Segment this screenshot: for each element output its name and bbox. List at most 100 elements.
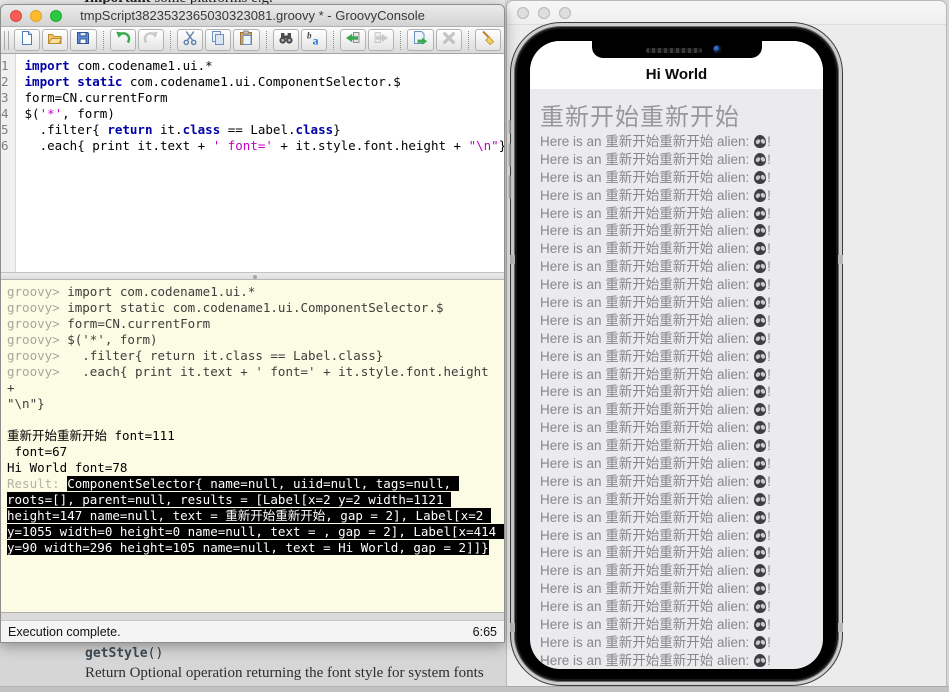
copy-button[interactable] (205, 29, 231, 51)
history-next-button (368, 29, 394, 51)
output-stdout-line: Hi World font=78 (7, 460, 499, 476)
list-item: Here is an 重新开始重新开始 alien: ! (540, 634, 823, 652)
close-button[interactable] (517, 7, 529, 19)
code-area[interactable]: import com.codename1.ui.*import static c… (16, 54, 504, 272)
alien-emoji-icon (754, 278, 766, 291)
redo-icon (143, 30, 159, 51)
find-button[interactable] (273, 29, 299, 51)
code-line: form=CN.currentForm (25, 90, 504, 106)
simulator-titlebar[interactable] (507, 1, 946, 25)
toolbar-separator (333, 31, 334, 50)
list-item: Here is an 重新开始重新开始 alien: ! (540, 455, 823, 473)
alien-emoji-icon (754, 135, 766, 148)
toolbar-drag-handle[interactable] (4, 31, 9, 50)
output-echo-line: groovy> .filter{ return it.class == Labe… (7, 348, 499, 364)
output-echo-line: groovy> form=CN.currentForm (7, 316, 499, 332)
console-titlebar[interactable]: tmpScript3823532365030323081.groovy * - … (1, 5, 504, 27)
background-javadoc: getStyle() Return Optional operation ret… (85, 646, 505, 682)
toolbar-separator (170, 31, 171, 50)
antenna-band (838, 255, 843, 264)
list-item: Here is an 重新开始重新开始 alien: ! (540, 401, 823, 419)
simulator-window-controls (517, 7, 571, 19)
list-item: Here is an 重新开始重新开始 alien: ! (540, 151, 823, 169)
simulator-window: Hi World 重新开始重新开始 Here is an 重新开始重新开始 al… (506, 0, 947, 687)
output-pane[interactable]: groovy> import com.codename1.ui.*groovy>… (1, 280, 504, 612)
interrupt-script-button (436, 29, 462, 51)
minimize-button[interactable] (538, 7, 550, 19)
alien-emoji-icon (754, 582, 766, 595)
zoom-button[interactable] (50, 10, 62, 22)
alien-emoji-icon (754, 654, 766, 667)
phone-screen: Hi World 重新开始重新开始 Here is an 重新开始重新开始 al… (530, 41, 823, 669)
list-item: Here is an 重新开始重新开始 alien: ! (540, 222, 823, 240)
alien-emoji-icon (754, 242, 766, 255)
clear-output-icon (480, 30, 496, 51)
output-echo-line: "\n"} (7, 396, 499, 412)
list-item: Here is an 重新开始重新开始 alien: ! (540, 240, 823, 258)
alien-emoji-icon (754, 636, 766, 649)
list-item: Here is an 重新开始重新开始 alien: ! (540, 312, 823, 330)
code-line: .filter{ return it.class == Label.class} (25, 122, 504, 138)
line-number: 3 (1, 90, 9, 106)
pane-splitter[interactable] (1, 272, 504, 280)
list-item: Here is an 重新开始重新开始 alien: ! (540, 187, 823, 205)
code-line: .each{ print it.text + ' font=' + it.sty… (25, 138, 504, 154)
alien-emoji-icon (754, 189, 766, 202)
copy-icon (210, 30, 226, 51)
cut-button[interactable] (177, 29, 203, 51)
clear-output-button[interactable] (475, 29, 501, 51)
output-result-line: Result: ComponentSelector{ name=null, ui… (7, 476, 499, 556)
save-file-icon (75, 30, 91, 51)
alien-emoji-icon (754, 546, 766, 559)
alien-emoji-icon (754, 224, 766, 237)
code-line: import com.codename1.ui.* (25, 58, 504, 74)
status-strip (1, 612, 504, 620)
history-previous-button[interactable] (340, 29, 366, 51)
list-item: Here is an 重新开始重新开始 alien: ! (540, 473, 823, 491)
replace-button[interactable]: ba (301, 29, 327, 51)
alien-emoji-icon (754, 618, 766, 631)
list-item: Here is an 重新开始重新开始 alien: ! (540, 294, 823, 312)
list-item: Here is an 重新开始重新开始 alien: ! (540, 205, 823, 223)
alien-emoji-icon (754, 153, 766, 166)
list-item: Here is an 重新开始重新开始 alien: ! (540, 169, 823, 187)
code-line: $('*', form) (25, 106, 504, 122)
mute-switch (508, 120, 511, 134)
list-item: Here is an 重新开始重新开始 alien: ! (540, 527, 823, 545)
alien-emoji-icon (754, 529, 766, 542)
find-icon (278, 30, 294, 51)
javadoc-method-signature: getStyle() (85, 646, 505, 661)
speaker-grille-icon (646, 48, 702, 53)
code-editor[interactable]: 123456 import com.codename1.ui.*import s… (1, 54, 504, 272)
output-echo-line: groovy> import static com.codename1.ui.C… (7, 300, 499, 316)
groovy-console-window: tmpScript3823532365030323081.groovy * - … (0, 4, 505, 643)
save-file-button[interactable] (70, 29, 96, 51)
redo-button (138, 29, 164, 51)
zoom-button[interactable] (559, 7, 571, 19)
result-selected-text: ComponentSelector{ name=null, uiid=null,… (7, 476, 504, 555)
execute-script-button[interactable] (407, 29, 433, 51)
javadoc-method-name: getStyle (85, 646, 148, 661)
toolbar-separator (266, 31, 267, 50)
front-camera-icon (713, 45, 722, 54)
list-item: Here is an 重新开始重新开始 alien: ! (540, 544, 823, 562)
output-echo-line: groovy> $('*', form) (7, 332, 499, 348)
screen-heading: 重新开始重新开始 (530, 89, 823, 133)
line-number: 5 (1, 122, 9, 138)
close-button[interactable] (10, 10, 22, 22)
toolbar-separator (400, 31, 401, 50)
open-file-button[interactable] (42, 29, 68, 51)
alien-emoji-icon (754, 421, 766, 434)
line-number: 4 (1, 106, 9, 122)
line-number: 2 (1, 74, 9, 90)
javadoc-method-description: Return Optional operation returning the … (85, 665, 505, 682)
list-item: Here is an 重新开始重新开始 alien: ! (540, 509, 823, 527)
paste-button[interactable] (233, 29, 259, 51)
alien-emoji-icon (754, 368, 766, 381)
new-file-button[interactable] (14, 29, 40, 51)
output-blank-line (7, 412, 499, 428)
undo-icon (115, 30, 131, 51)
undo-button[interactable] (110, 29, 136, 51)
minimize-button[interactable] (30, 10, 42, 22)
list-item: Here is an 重新开始重新开始 alien: ! (540, 419, 823, 437)
